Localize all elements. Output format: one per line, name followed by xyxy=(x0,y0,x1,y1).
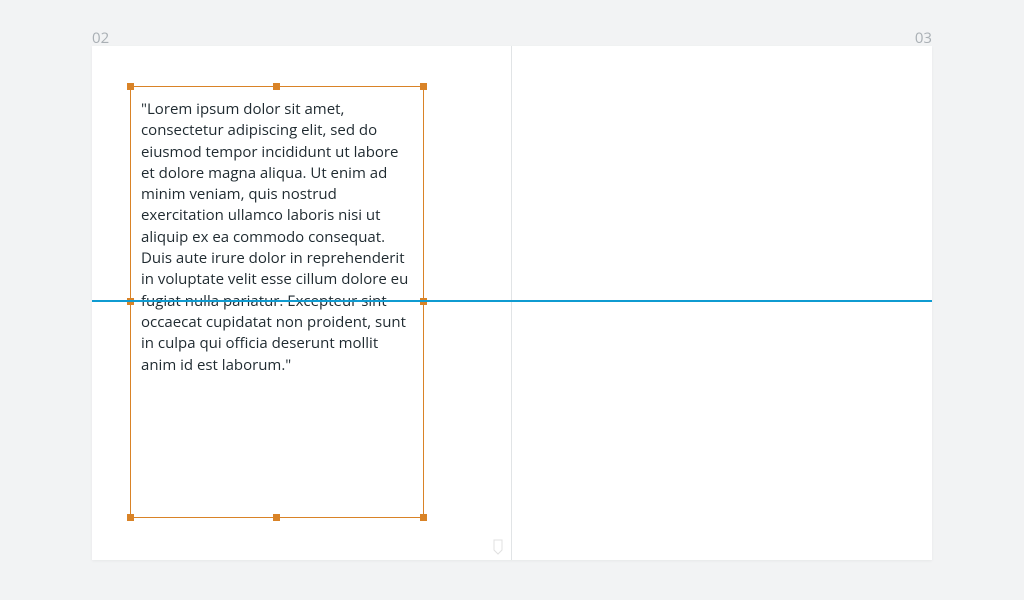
page-bottom-icon xyxy=(491,538,505,554)
page-number-left: 02 xyxy=(92,28,109,48)
horizontal-guide[interactable] xyxy=(92,300,932,302)
page-left[interactable]: "Lorem ipsum dolor sit amet, consectetur… xyxy=(92,46,512,560)
text-frame-selected[interactable]: "Lorem ipsum dolor sit amet, consectetur… xyxy=(130,86,424,518)
resize-handle-bottom-middle[interactable] xyxy=(273,514,280,521)
editor-workspace: 02 03 "Lorem ipsum dolor sit amet, conse… xyxy=(0,0,1024,600)
resize-handle-top-right[interactable] xyxy=(420,83,427,90)
page-right[interactable] xyxy=(512,46,932,560)
resize-handle-bottom-left[interactable] xyxy=(127,514,134,521)
resize-handle-bottom-right[interactable] xyxy=(420,514,427,521)
resize-handle-top-middle[interactable] xyxy=(273,83,280,90)
text-frame-content[interactable]: "Lorem ipsum dolor sit amet, consectetur… xyxy=(141,99,413,376)
resize-handle-top-left[interactable] xyxy=(127,83,134,90)
page-number-right: 03 xyxy=(915,28,932,48)
page-spread[interactable]: "Lorem ipsum dolor sit amet, consectetur… xyxy=(92,46,932,560)
